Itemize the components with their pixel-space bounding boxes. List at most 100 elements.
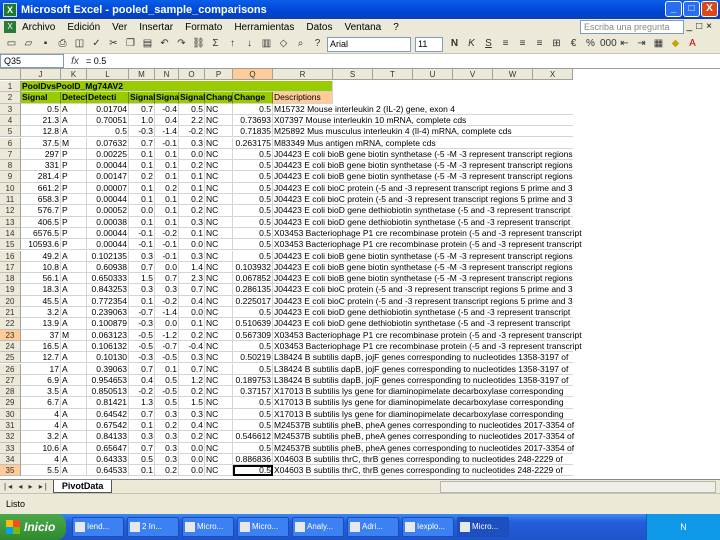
grid-cell[interactable]: A	[61, 318, 87, 330]
grid-cell[interactable]: A	[61, 307, 87, 319]
grid-cell[interactable]: NC	[205, 386, 233, 398]
menu-ver[interactable]: Ver	[112, 22, 127, 33]
grid-cell[interactable]: 0.3	[129, 431, 155, 443]
row-header[interactable]: 21	[0, 307, 21, 319]
column-header[interactable]: P	[205, 69, 233, 80]
grid-cell[interactable]: 0.5	[155, 374, 179, 387]
grid-cell[interactable]: 0.3	[179, 352, 205, 364]
grid-cell[interactable]: NC	[205, 420, 233, 432]
grid-cell[interactable]: 0.2	[179, 329, 205, 341]
grid-cell[interactable]: 12.8	[21, 126, 61, 138]
task-item[interactable]: Analy...	[292, 517, 344, 537]
title-bar[interactable]: X Microsoft Excel - pooled_sample_compar…	[0, 0, 720, 19]
grid-cell[interactable]: -0.2	[129, 386, 155, 398]
grid-cell[interactable]: 0.0	[179, 465, 205, 477]
grid-cell[interactable]: 0.3	[155, 453, 179, 466]
new-icon[interactable]: ▭	[4, 37, 19, 51]
grid-cell[interactable]: 1.0	[129, 114, 155, 127]
grid-cell[interactable]: 0.5	[233, 171, 273, 183]
grid-cell[interactable]: 0.189753	[233, 374, 273, 387]
grid-cell[interactable]: NC	[205, 442, 233, 454]
grid-cell[interactable]: 0.81421	[87, 397, 129, 409]
grid-cell[interactable]: 0.0	[179, 148, 205, 161]
grid-cell[interactable]: J04423 E coli bioC protein (-5 and -3 re…	[273, 183, 573, 194]
grid-cell[interactable]: 0.3	[129, 284, 155, 296]
zoom-icon[interactable]: ⌕	[293, 37, 308, 51]
grid-cell[interactable]: NC	[205, 363, 233, 375]
grid-cell[interactable]: 4	[21, 420, 61, 432]
grid-cell[interactable]: 0.1	[155, 205, 179, 217]
grid-cell[interactable]: 0.1	[155, 171, 179, 183]
grid-cell[interactable]: 21.3	[21, 114, 61, 127]
grid-cell[interactable]: 37.5	[21, 137, 61, 149]
grid-cell[interactable]: 0.00044	[87, 239, 129, 251]
grid-cell[interactable]: 576.7	[21, 205, 61, 217]
row-header[interactable]: 35	[0, 465, 21, 477]
borders-icon[interactable]: ▦	[651, 37, 666, 51]
grid-cell[interactable]: J04423 E coli bioD gene dethiobiotin syn…	[273, 307, 573, 319]
grid-cell[interactable]: 0.1	[129, 194, 155, 206]
grid-cell[interactable]: M24537B subtilis pheB, pheA genes corres…	[273, 420, 574, 432]
thousands-icon[interactable]: 000	[600, 37, 617, 51]
grid-cell[interactable]: 658.3	[21, 194, 61, 206]
grid-cell[interactable]: 0.37157	[233, 386, 273, 398]
row-header[interactable]: 9	[0, 171, 21, 183]
row-header[interactable]: 6	[0, 137, 21, 149]
grid-cell[interactable]: M24537B subtilis pheB, pheA genes corres…	[273, 431, 574, 443]
grid-cell[interactable]: 0.063123	[87, 329, 129, 341]
grid-cell[interactable]: 331	[21, 160, 61, 172]
column-title-cell[interactable]: Signal	[155, 92, 182, 104]
grid-cell[interactable]: 0.3	[155, 431, 179, 443]
grid-cell[interactable]: 0.3	[155, 408, 179, 420]
grid-cell[interactable]: NC	[205, 103, 233, 115]
grid-cell[interactable]: 0.843253	[87, 284, 129, 296]
grid-cell[interactable]: NC	[205, 148, 233, 161]
column-header[interactable]: X	[533, 69, 573, 80]
column-header[interactable]: J	[21, 69, 61, 80]
grid-cell[interactable]: 0.0	[179, 442, 205, 454]
grid-cell[interactable]: 0.2	[179, 431, 205, 443]
help-icon[interactable]: ?	[310, 37, 325, 51]
grid-cell[interactable]: 0.0	[155, 318, 179, 330]
column-header[interactable]: R	[273, 69, 333, 80]
grid-cell[interactable]: 0.239063	[87, 307, 129, 319]
grid-cell[interactable]: 0.0	[155, 261, 179, 274]
task-item[interactable]: Micro...	[237, 517, 289, 537]
grid-cell[interactable]: NC	[205, 329, 233, 341]
horizontal-scrollbar[interactable]	[440, 481, 716, 493]
help-question-box[interactable]: Escriba una pregunta	[580, 20, 684, 34]
grid-cell[interactable]: 0.1	[129, 148, 155, 161]
grid-cell[interactable]: 10.8	[21, 261, 61, 274]
grid-cell[interactable]: 0.2	[155, 465, 179, 477]
grid-cell[interactable]: 0.0	[129, 205, 155, 217]
grid-cell[interactable]: 0.4	[155, 114, 179, 127]
row-header[interactable]: 5	[0, 126, 21, 138]
task-item[interactable]: 2 In...	[127, 517, 179, 537]
grid-cell[interactable]: 0.3	[179, 137, 205, 149]
grid-cell[interactable]: 0.7	[179, 363, 205, 375]
grid-cell[interactable]: -0.1	[155, 250, 179, 262]
grid-cell[interactable]: 0.84133	[87, 431, 129, 443]
column-title-cell[interactable]: Signal	[129, 92, 156, 104]
grid-cell[interactable]: 0.106132	[87, 340, 129, 353]
paste-icon[interactable]: ▤	[140, 37, 155, 51]
align-left-icon[interactable]: ≡	[498, 37, 513, 51]
grid-cell[interactable]: -0.4	[155, 103, 179, 115]
grid-cell[interactable]: A	[61, 261, 87, 274]
grid-cell[interactable]: 0.7	[129, 363, 155, 375]
grid-cell[interactable]: 5.5	[21, 465, 61, 477]
grid-cell[interactable]: 18.3	[21, 284, 61, 296]
grid-cell[interactable]: 0.100879	[87, 318, 129, 330]
grid-cell[interactable]: M24537B subtilis pheB, pheA genes corres…	[273, 443, 574, 454]
grid-cell[interactable]: 1.5	[179, 397, 205, 409]
grid-cell[interactable]: NC	[205, 431, 233, 443]
grid-cell[interactable]: 0.00225	[87, 148, 129, 161]
grid-cell[interactable]: 0.5	[233, 227, 273, 240]
grid-cell[interactable]: 0.64533	[87, 465, 129, 477]
grid-cell[interactable]: 0.65647	[87, 442, 129, 454]
grid-cell[interactable]: 0.5	[233, 239, 273, 251]
grid-cell[interactable]: 0.4	[179, 295, 205, 307]
grid-cell[interactable]: NC	[205, 250, 233, 262]
grid-cell[interactable]: 297	[21, 148, 61, 161]
grid-cell[interactable]: X17013 B subtilis lys gene for diaminopi…	[273, 397, 573, 409]
